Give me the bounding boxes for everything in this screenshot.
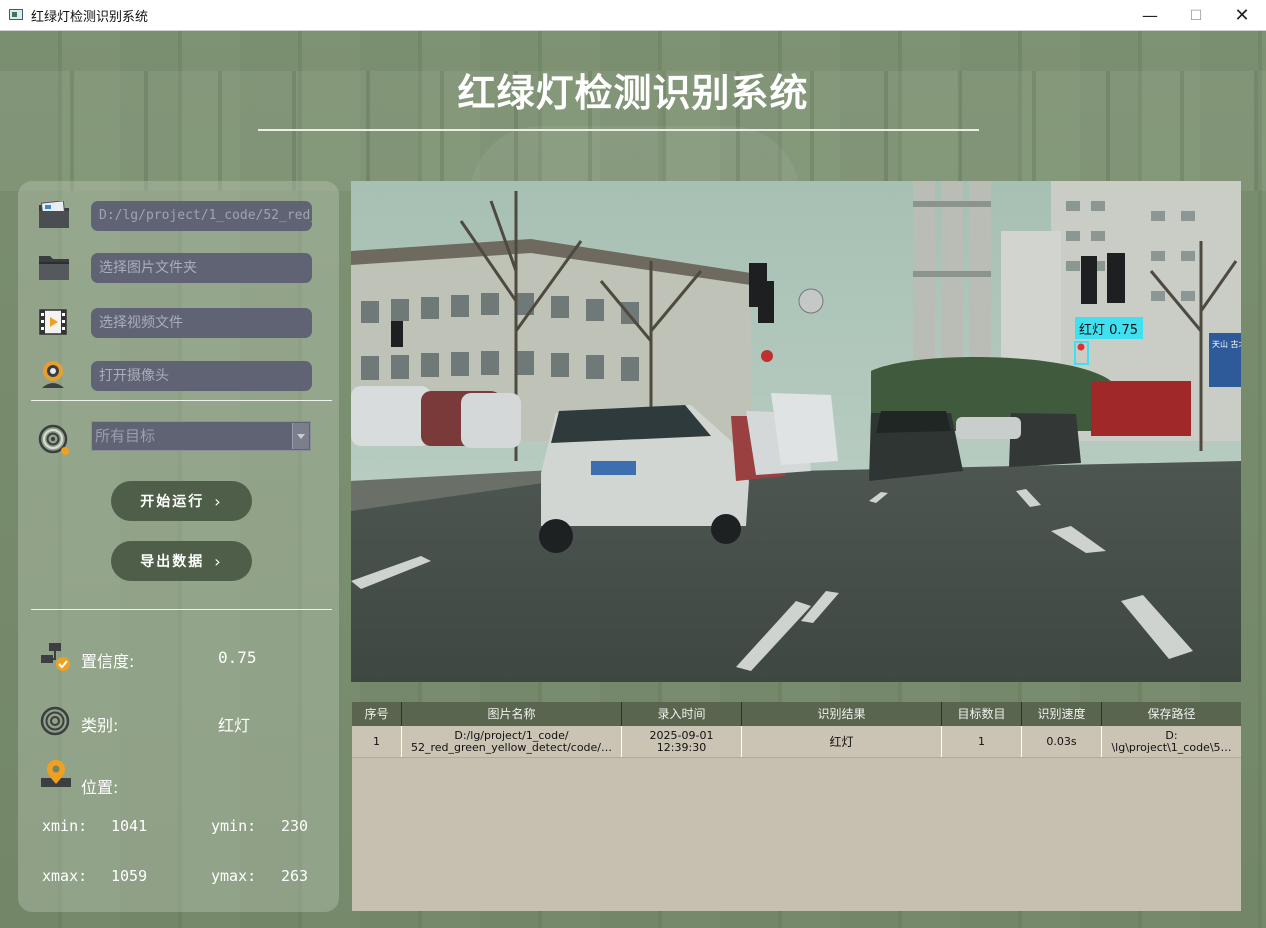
confidence-value: 0.75 [218, 648, 257, 667]
column-header[interactable]: 图片名称 [402, 702, 622, 726]
chevron-right-icon: › [214, 491, 223, 511]
cell-count: 1 [942, 726, 1022, 757]
class-value: 红灯 [218, 716, 251, 735]
target-select[interactable]: 所有目标 [91, 421, 311, 451]
cell-speed: 0.03s [1022, 726, 1102, 757]
table-row[interactable]: 1 D:/lg/project/1_code/ 52_red_green_yel… [352, 726, 1241, 758]
xmin-label: xmin: [42, 817, 88, 835]
xmin-value: 1041 [111, 817, 148, 835]
target-icon [38, 424, 70, 455]
column-header[interactable]: 序号 [352, 702, 402, 726]
run-button[interactable]: 开始运行 › [111, 481, 252, 521]
video-file-field[interactable]: 选择视频文件 [91, 308, 312, 338]
camera-icon[interactable] [38, 360, 70, 390]
confidence-icon [40, 641, 72, 671]
column-header[interactable]: 录入时间 [622, 702, 742, 726]
page-title: 红绿灯检测识别系统 [457, 71, 809, 115]
class-label: 类别: [81, 716, 119, 735]
ymax-label: ymax: [211, 867, 257, 885]
cell-image-name: D:/lg/project/1_code/ 52_red_green_yello… [402, 726, 622, 757]
folder-icon[interactable] [38, 253, 70, 283]
weights-path-field[interactable]: D:/lg/project/1_code/52_red_green_yellow… [91, 201, 312, 231]
minimize-button[interactable]: — [1127, 0, 1173, 31]
divider [31, 609, 332, 610]
video-file-icon[interactable] [38, 308, 70, 338]
maximize-button[interactable]: ☐ [1173, 0, 1219, 31]
open-file-icon[interactable] [38, 200, 70, 231]
ymin-label: ymin: [211, 817, 257, 835]
window-titlebar: 红绿灯检测识别系统 — ☐ ✕ [0, 0, 1266, 31]
target-select-value: 所有目标 [95, 427, 156, 445]
cell-result: 红灯 [742, 726, 942, 757]
column-header[interactable]: 目标数目 [942, 702, 1022, 726]
run-button-label: 开始运行 [140, 494, 205, 510]
column-header[interactable]: 保存路径 [1102, 702, 1241, 726]
xmax-value: 1059 [111, 867, 148, 885]
camera-field[interactable]: 打开摄像头 [91, 361, 312, 391]
ymin-value: 230 [281, 817, 309, 835]
chevron-right-icon: › [214, 551, 223, 571]
column-header[interactable]: 识别速度 [1022, 702, 1102, 726]
column-header[interactable]: 识别结果 [742, 702, 942, 726]
table-header: 序号 图片名称 录入时间 识别结果 目标数目 识别速度 保存路径 [352, 702, 1241, 726]
app-icon [9, 9, 23, 20]
chevron-down-icon[interactable] [292, 423, 309, 449]
location-pin-icon [40, 760, 72, 790]
position-label: 位置: [81, 778, 119, 797]
export-button[interactable]: 导出数据 › [111, 541, 252, 581]
cell-index: 1 [352, 726, 402, 757]
class-icon [40, 705, 72, 736]
export-button-label: 导出数据 [140, 554, 205, 570]
cell-save-path: D: \lg\project\1_code\5… [1111, 728, 1232, 754]
image-folder-field[interactable]: 选择图片文件夹 [91, 253, 312, 283]
results-table: 序号 图片名称 录入时间 识别结果 目标数目 识别速度 保存路径 1 D:/lg… [352, 702, 1241, 911]
divider [31, 400, 332, 401]
title-underline [258, 129, 979, 131]
ymax-value: 263 [281, 867, 309, 885]
cell-time: 2025-09-01 12:39:30 [622, 726, 742, 757]
road-sign-text: 天山 古北路 方向 [1212, 339, 1241, 349]
window-title: 红绿灯检测识别系统 [31, 10, 149, 25]
detection-label: 红灯 0.75 [1079, 322, 1138, 338]
close-button[interactable]: ✕ [1219, 0, 1265, 31]
confidence-label: 置信度: [81, 652, 135, 671]
xmax-label: xmax: [42, 867, 88, 885]
detection-image: 天山 古北路 方向 红灯 0.75 [351, 181, 1241, 682]
